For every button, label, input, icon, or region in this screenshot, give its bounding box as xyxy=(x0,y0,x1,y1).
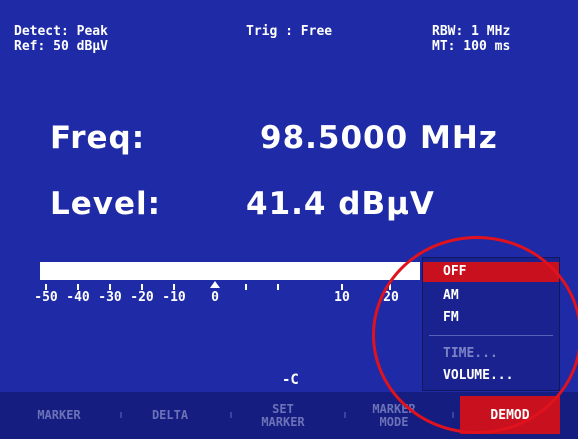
softkey-bar: MARKER DELTA SET MARKER MARKER MODE DEMO… xyxy=(0,392,587,439)
measure-time-status: MT: 100 ms xyxy=(432,39,511,54)
screenshot-frame xyxy=(578,0,587,439)
softkey-separator xyxy=(120,412,122,418)
freq-value: 98.5000 MHz xyxy=(260,120,498,156)
level-bar xyxy=(40,262,420,280)
softkey-separator xyxy=(230,412,232,418)
scale-label: 20 xyxy=(383,290,399,305)
detect-status: Detect: Peak xyxy=(14,24,108,39)
softkey-separator xyxy=(452,412,454,418)
level-label: Level: xyxy=(50,186,162,222)
demod-softkey-label: DEMOD xyxy=(490,407,530,423)
demod-softkey[interactable]: DEMOD xyxy=(460,396,560,434)
level-bar-fill xyxy=(40,262,420,280)
scale-label: -10 xyxy=(162,290,186,305)
menu-divider xyxy=(429,335,553,336)
marker-mode-softkey-label-line2: MODE xyxy=(379,414,409,429)
delta-softkey[interactable]: DELTA xyxy=(128,392,212,439)
marker-mode-softkey-label-line1: MARKER xyxy=(372,401,416,416)
analyzer-screen: Detect: Peak Ref: 50 dBµV Trig : Free RB… xyxy=(0,0,587,439)
scale-tick xyxy=(277,284,279,290)
ref-level-status: Ref: 50 dBµV xyxy=(14,39,108,54)
level-value: 41.4 dBµV xyxy=(246,186,435,222)
set-marker-softkey-label-line1: SET xyxy=(272,401,294,416)
marker-softkey-label: MARKER xyxy=(37,408,81,422)
rbw-status: RBW: 1 MHz xyxy=(432,24,511,39)
scale-tick xyxy=(245,284,247,290)
menu-item-am[interactable]: AM xyxy=(423,286,559,306)
menu-item-fm[interactable]: FM xyxy=(423,308,559,328)
scale-label: -20 xyxy=(130,290,154,305)
plug-icon: -C xyxy=(282,372,299,388)
menu-item-volume[interactable]: VOLUME... xyxy=(423,366,559,386)
set-marker-softkey-label-line2: MARKER xyxy=(261,414,305,429)
softkey-separator xyxy=(344,412,346,418)
zero-marker-triangle xyxy=(210,281,220,288)
scale-label: 10 xyxy=(334,290,350,305)
scale-label: 0 xyxy=(211,290,219,305)
scale-label: -40 xyxy=(66,290,90,305)
freq-label: Freq: xyxy=(50,120,146,156)
marker-mode-softkey[interactable]: MARKER MODE xyxy=(352,392,436,439)
scale-label: -30 xyxy=(98,290,122,305)
marker-softkey[interactable]: MARKER xyxy=(14,392,104,439)
scale-label: -50 xyxy=(34,290,58,305)
set-marker-softkey[interactable]: SET MARKER xyxy=(238,392,328,439)
delta-softkey-label: DELTA xyxy=(151,408,189,422)
menu-item-off[interactable]: OFF xyxy=(423,262,559,282)
trigger-status: Trig : Free xyxy=(246,24,333,39)
demod-menu: OFF AM FM TIME... VOLUME... xyxy=(422,257,560,391)
menu-item-time: TIME... xyxy=(443,346,498,361)
